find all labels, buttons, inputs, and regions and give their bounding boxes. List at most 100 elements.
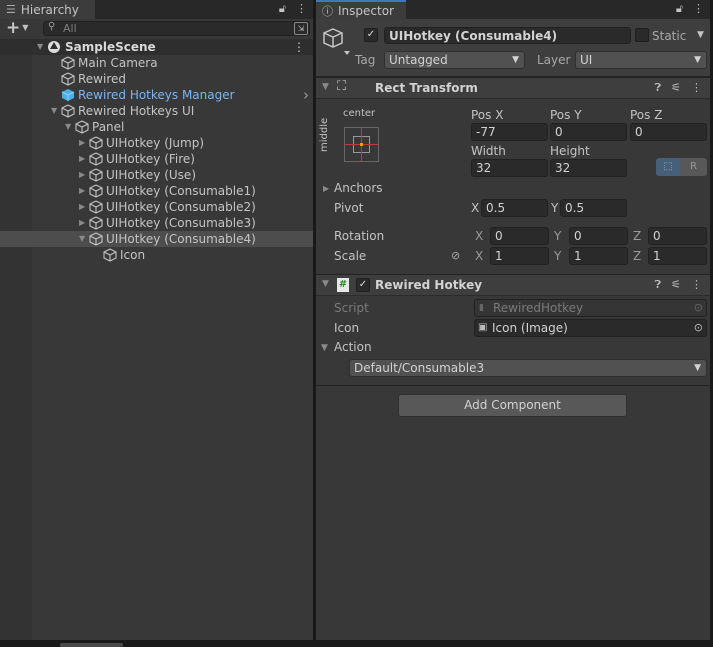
foldout-arrow-icon[interactable]: ▼: [322, 279, 329, 289]
more-icon[interactable]: ⋮: [693, 2, 704, 16]
action-label[interactable]: Action: [334, 340, 372, 354]
hierarchy-item[interactable]: ▶ UIHotkey (Jump): [0, 135, 313, 151]
open-prefab-chevron-icon[interactable]: ›: [303, 86, 309, 104]
scale-x-input[interactable]: 1: [490, 247, 549, 265]
rect-transform-header[interactable]: ▼ ⛶ Rect Transform ❓︎ ⚟ ⋮: [316, 77, 710, 99]
collapsed-arrow-icon[interactable]: ▶: [79, 170, 85, 179]
image-icon: ▣: [478, 322, 488, 333]
gameobject-icon: [75, 120, 89, 134]
anchors-label[interactable]: Anchors: [334, 181, 383, 195]
axis-x-label: X: [475, 249, 484, 263]
chevron-down-icon: ▼: [22, 23, 29, 32]
width-input[interactable]: 32: [471, 159, 548, 177]
collapsed-arrow-icon[interactable]: ▶: [79, 154, 85, 163]
layer-label: Layer: [537, 53, 571, 67]
anchor-presets-button[interactable]: [344, 127, 379, 162]
expanded-arrow-icon[interactable]: ▼: [37, 42, 43, 51]
object-name-input[interactable]: UIHotkey (Consumable4): [384, 27, 631, 44]
horizontal-scrollbar[interactable]: [60, 643, 123, 647]
hierarchy-item[interactable]: Icon: [0, 247, 313, 263]
pivot-label: Pivot: [334, 201, 364, 215]
item-label: UIHotkey (Consumable3): [106, 216, 256, 230]
rotation-z-input[interactable]: 0: [648, 227, 707, 245]
static-checkbox[interactable]: [635, 28, 649, 42]
search-placeholder: All: [63, 22, 77, 35]
tab-hierarchy[interactable]: ☰ Hierarchy: [0, 0, 95, 19]
height-input[interactable]: 32: [550, 159, 627, 177]
inspector-tabbar: ⓘ Inspector 🔓︎ ⋮: [316, 0, 710, 19]
constrain-proportions-icon[interactable]: ⊘: [451, 249, 460, 262]
raw-edit-button[interactable]: R: [680, 158, 707, 176]
hierarchy-item[interactable]: ▶ UIHotkey (Use): [0, 167, 313, 183]
scale-z-input[interactable]: 1: [648, 247, 707, 265]
object-picker-icon[interactable]: ⊙: [694, 320, 703, 336]
collapsed-arrow-icon[interactable]: ▶: [79, 138, 85, 147]
divider: [316, 385, 710, 386]
scene-more-icon[interactable]: ⋮: [293, 40, 305, 54]
rotation-y-input[interactable]: 0: [569, 227, 628, 245]
gameobject-icon: [89, 136, 103, 150]
layer-dropdown[interactable]: UI ▼: [575, 51, 707, 69]
foldout-arrow-icon[interactable]: ▼: [322, 82, 329, 92]
expanded-arrow-icon[interactable]: ▼: [65, 122, 71, 131]
gameobject-icon[interactable]: [322, 27, 350, 57]
collapsed-arrow-icon[interactable]: ▶: [79, 186, 85, 195]
action-dropdown[interactable]: Default/Consumable3 ▼: [349, 359, 707, 377]
hierarchy-item[interactable]: ▶ UIHotkey (Fire): [0, 151, 313, 167]
hierarchy-item[interactable]: Rewired: [0, 71, 313, 87]
chevron-down-icon: ▼: [512, 55, 519, 65]
active-checkbox[interactable]: ✓: [364, 28, 378, 42]
more-icon[interactable]: ⋮: [296, 2, 307, 16]
tag-dropdown[interactable]: Untagged ▼: [384, 51, 525, 69]
hierarchy-item[interactable]: ▼ Panel: [0, 119, 313, 135]
pos-y-input[interactable]: 0: [550, 123, 627, 141]
object-header: ✓ UIHotkey (Consumable4) Static ▼ Tag Un…: [316, 19, 710, 77]
hierarchy-item[interactable]: ▶ UIHotkey (Consumable3): [0, 215, 313, 231]
tab-inspector[interactable]: ⓘ Inspector: [316, 0, 406, 19]
object-picker-icon: ⊙: [693, 301, 703, 314]
search-input[interactable]: ⚲ All ⇲: [43, 21, 310, 36]
hierarchy-panel: ☰ Hierarchy 🔓︎ ⋮ + ▼ ⚲ All ⇲ ▼ SampleScene ⋮…: [0, 0, 313, 640]
presets-icon[interactable]: ⚟: [671, 278, 681, 292]
pos-x-input[interactable]: -77: [471, 123, 548, 141]
action-foldout-icon[interactable]: ▼: [321, 343, 328, 353]
lock-icon[interactable]: 🔓︎: [676, 2, 683, 16]
anchors-foldout-icon[interactable]: ▶: [323, 184, 329, 193]
scene-search-icon[interactable]: ⇲: [294, 22, 308, 35]
scene-row[interactable]: ▼ SampleScene ⋮: [0, 39, 313, 55]
axis-z-label: Z: [633, 249, 642, 263]
axis-y-label: Y: [551, 201, 559, 215]
chevron-down-icon: ▼: [694, 55, 701, 65]
blueprint-mode-button[interactable]: ⬚: [656, 158, 680, 176]
expanded-arrow-icon[interactable]: ▼: [51, 106, 57, 115]
static-dropdown-icon[interactable]: ▼: [697, 30, 704, 40]
hierarchy-item[interactable]: ▶ UIHotkey (Consumable1): [0, 183, 313, 199]
add-component-button[interactable]: Add Component: [398, 394, 627, 417]
inspector-panel: ⓘ Inspector 🔓︎ ⋮ ✓ UIHotkey (Consumable4)…: [316, 0, 710, 640]
component-enabled-checkbox[interactable]: ✓: [356, 278, 370, 292]
pos-z-input[interactable]: 0: [630, 123, 707, 141]
hierarchy-item[interactable]: Rewired Hotkeys Manager ›: [0, 86, 313, 104]
scale-y-input[interactable]: 1: [569, 247, 628, 265]
lock-icon[interactable]: 🔓︎: [279, 2, 286, 16]
pivot-x-input[interactable]: 0.5: [481, 199, 548, 217]
hierarchy-item[interactable]: ▼ UIHotkey (Consumable4): [0, 231, 313, 247]
hierarchy-item[interactable]: ▶ UIHotkey (Consumable2): [0, 199, 313, 215]
collapsed-arrow-icon[interactable]: ▶: [79, 202, 85, 211]
presets-icon[interactable]: ⚟: [671, 81, 681, 95]
help-icon[interactable]: ❓︎: [655, 278, 662, 292]
collapsed-arrow-icon[interactable]: ▶: [79, 218, 85, 227]
rewired-hotkey-header[interactable]: ▼ # ✓ Rewired Hotkey ❓︎ ⚟ ⋮: [316, 274, 710, 296]
add-button[interactable]: + ▼: [6, 19, 28, 37]
more-icon[interactable]: ⋮: [691, 278, 702, 292]
expanded-arrow-icon[interactable]: ▼: [79, 234, 85, 243]
hierarchy-item[interactable]: Main Camera: [0, 55, 313, 71]
icon-field[interactable]: ▣ Icon (Image) ⊙: [474, 319, 707, 337]
pivot-y-input[interactable]: 0.5: [560, 199, 627, 217]
more-icon[interactable]: ⋮: [691, 81, 702, 95]
help-icon[interactable]: ❓︎: [655, 81, 662, 95]
hierarchy-item[interactable]: ▼ Rewired Hotkeys UI: [0, 103, 313, 119]
width-label: Width: [471, 144, 506, 158]
rotation-x-input[interactable]: 0: [490, 227, 549, 245]
anchor-h-label: center: [343, 108, 376, 119]
